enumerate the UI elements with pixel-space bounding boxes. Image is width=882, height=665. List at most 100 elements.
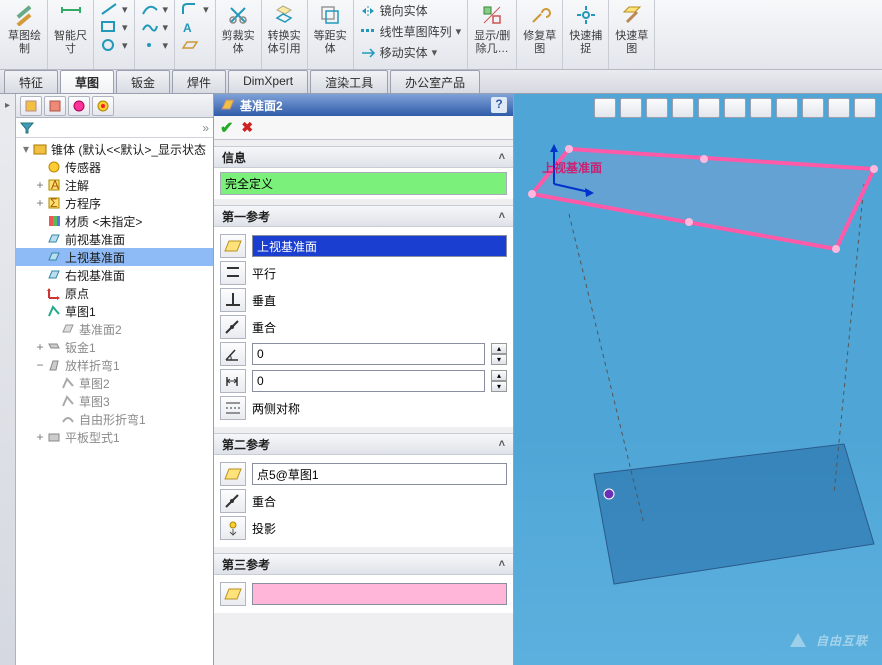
ribbon: 草图绘制 智能尺寸 ▾ ▾ ▾ ▾ ▾ ▾ ▾ A 剪裁实体 转换实体引用 等距… [0,0,882,70]
ft-tab-prop[interactable] [44,96,66,116]
hide-show-icon[interactable] [750,98,772,118]
perpendicular-icon[interactable] [220,288,246,312]
feature-tree[interactable]: ▾锥体 (默认<<默认>_显示状态 传感器 +A注解 +Σ方程序 材质 <未指定… [16,138,213,665]
zoom-area-icon[interactable] [620,98,642,118]
graphics-viewport[interactable]: 上视基准面 自由互联 [514,94,882,665]
tree-equations[interactable]: +Σ方程序 [16,194,213,212]
ribbon-quick-sketch[interactable]: 快速草图 [609,0,655,69]
tree-freeform[interactable]: 自由形折弯1 [16,410,213,428]
line-tool[interactable]: ▾ [100,2,128,16]
section-ref2[interactable]: 第二参考 ˄ [214,433,513,455]
project-icon[interactable] [220,516,246,540]
spin-up[interactable]: ▴ [491,370,507,381]
spline-tool[interactable]: ▾ [141,20,169,34]
prev-view-icon[interactable] [646,98,668,118]
rect-tool[interactable]: ▾ [100,20,128,34]
tab-dimxpert[interactable]: DimXpert [228,70,308,93]
view-settings-icon[interactable] [828,98,850,118]
tree-front-plane[interactable]: 前视基准面 [16,230,213,248]
ft-tab-tree[interactable] [20,96,42,116]
distance-icon[interactable] [220,369,246,393]
option-label: 垂直 [252,292,276,309]
tree-right-plane[interactable]: 右视基准面 [16,266,213,284]
filter-icon[interactable] [20,121,34,135]
tree-sheetmetal1[interactable]: +钣金1 [16,338,213,356]
tree-top-plane[interactable]: 上视基准面 [16,248,213,266]
ribbon-repair[interactable]: 修复草图 [517,0,563,69]
ok-button[interactable]: ✔ [220,118,233,138]
ribbon-smart-dim[interactable]: 智能尺寸 [48,0,94,69]
arc-tool[interactable]: ▾ [141,2,169,16]
tree-sketch1[interactable]: 草图1 [16,302,213,320]
point-tool[interactable]: ▾ [141,38,169,52]
chevron-icon: ˄ [499,438,505,450]
cancel-button[interactable]: ✖ [241,119,253,136]
tree-plane2[interactable]: 基准面2 [16,320,213,338]
tree-origin[interactable]: 原点 [16,284,213,302]
tree-loftbend[interactable]: −放样折弯1 [16,356,213,374]
text-tool[interactable]: A [181,20,199,34]
ft-tab-display[interactable] [92,96,114,116]
tree-annotations[interactable]: +A注解 [16,176,213,194]
tree-sketch3[interactable]: 草图3 [16,392,213,410]
plane-tool[interactable] [181,38,199,52]
quick-sketch-icon [619,2,645,28]
view-more-icon[interactable] [854,98,876,118]
tab-office[interactable]: 办公室产品 [390,70,480,93]
section-info[interactable]: 信息˄ [214,146,513,168]
expand-all[interactable]: » [202,121,209,135]
coincident-icon[interactable] [220,315,246,339]
pattern-tool[interactable]: 线性草图阵列▾ [360,23,462,40]
ribbon-trim[interactable]: 剪裁实体 [216,0,262,69]
angle-icon[interactable] [220,342,246,366]
ref1-selection[interactable]: 上视基准面 [252,235,507,257]
section-ref3[interactable]: 第三参考˄ [214,553,513,575]
view-orient-icon[interactable] [698,98,720,118]
spin-up[interactable]: ▴ [491,343,507,354]
angle-input[interactable] [252,343,485,365]
tab-sheetmetal[interactable]: 钣金 [116,70,170,93]
zoom-fit-icon[interactable] [594,98,616,118]
filter-row: » [16,118,213,138]
appearance-icon[interactable] [776,98,798,118]
ref3-selection[interactable] [252,583,507,605]
distance-input[interactable] [252,370,485,392]
fillet-tool[interactable]: ▾ [181,2,209,16]
ref-entity-icon[interactable] [220,462,246,486]
ref-entity-icon[interactable] [220,582,246,606]
section-label: 第二参考 [222,436,270,453]
tab-features[interactable]: 特征 [4,70,58,93]
ribbon-convert[interactable]: 转换实体引用 [262,0,308,69]
midplane-icon[interactable] [220,396,246,420]
rail-tab[interactable]: ▸ [2,100,13,111]
tab-weldments[interactable]: 焊件 [172,70,226,93]
parallel-icon[interactable] [220,261,246,285]
move-tool[interactable]: 移动实体▾ [360,44,438,61]
ribbon-label: 修复草图 [523,30,556,56]
mirror-tool[interactable]: 镜向实体 [360,2,428,19]
tree-sensors[interactable]: 传感器 [16,158,213,176]
tree-flatpattern[interactable]: +平板型式1 [16,428,213,446]
help-button[interactable]: ? [491,97,507,113]
ribbon-offset[interactable]: 等距实体 [308,0,354,69]
spin-down[interactable]: ▾ [491,381,507,392]
ribbon-show-del[interactable]: 显示/删除几… [468,0,517,69]
tree-material[interactable]: 材质 <未指定> [16,212,213,230]
tree-sketch2[interactable]: 草图2 [16,374,213,392]
ft-tab-config[interactable] [68,96,90,116]
section-ref1[interactable]: 第一参考˄ [214,205,513,227]
tree-label: 注解 [65,177,89,194]
ref2-selection[interactable]: 点5@草图1 [252,463,507,485]
ribbon-quick-snap[interactable]: 快速捕捉 [563,0,609,69]
spin-down[interactable]: ▾ [491,354,507,365]
circle-tool[interactable]: ▾ [100,38,128,52]
scene-icon[interactable] [802,98,824,118]
ribbon-sketch-draw[interactable]: 草图绘制 [2,0,48,69]
coincident-icon[interactable] [220,489,246,513]
ref-entity-icon[interactable] [220,234,246,258]
tab-sketch[interactable]: 草图 [60,70,114,93]
tab-render[interactable]: 渲染工具 [310,70,388,93]
section-view-icon[interactable] [672,98,694,118]
display-style-icon[interactable] [724,98,746,118]
tree-root[interactable]: ▾锥体 (默认<<默认>_显示状态 [16,140,213,158]
